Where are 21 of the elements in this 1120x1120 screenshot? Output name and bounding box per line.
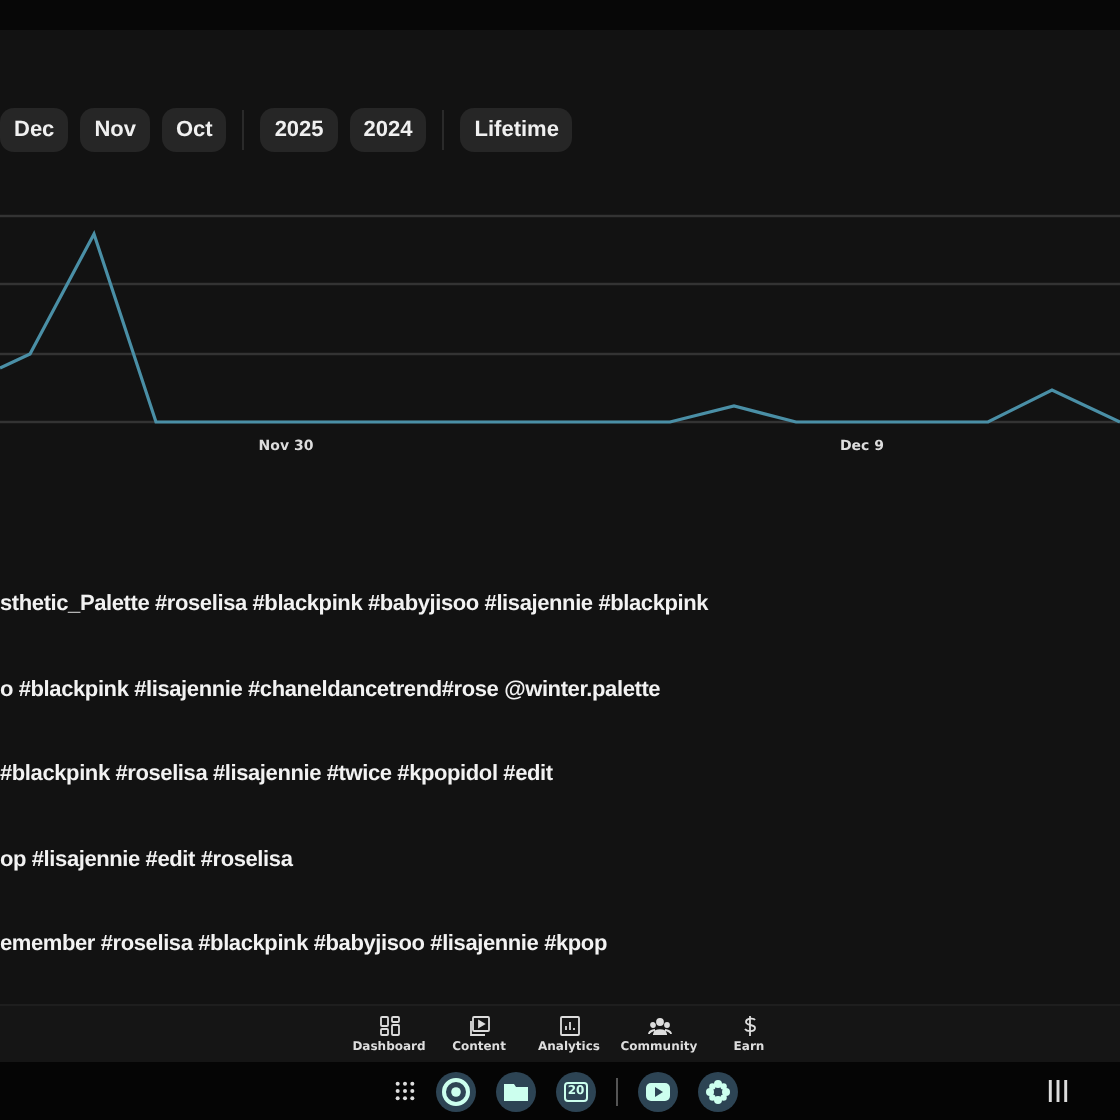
people-icon xyxy=(647,1014,671,1038)
folder-icon[interactable] xyxy=(496,1071,536,1111)
post-caption: o #blackpink #lisajennie #chaneldancetrend#rose @winter.palette xyxy=(0,677,663,705)
bar-chart-icon xyxy=(557,1014,581,1038)
period-button[interactable]: Nov xyxy=(80,108,150,152)
app-grid-icon[interactable] xyxy=(394,1080,416,1102)
post-caption: emember #roselisa #blackpink #babyjisoo #lisajennie #kpop xyxy=(0,932,609,960)
video-icon[interactable] xyxy=(638,1071,678,1111)
post-caption: op #lisajennie #edit #roselisa xyxy=(0,847,295,875)
period-button[interactable]: 2024 xyxy=(349,108,427,152)
play-icon xyxy=(467,1014,491,1038)
dashboard-icon xyxy=(377,1014,401,1038)
period-button[interactable]: Dec xyxy=(0,108,69,152)
post-caption: #blackpink #roselisa #lisajennie #twice #kpopidol #edit xyxy=(0,762,555,790)
flower-icon[interactable] xyxy=(698,1071,738,1111)
browser-icon[interactable] xyxy=(436,1071,476,1111)
period-button[interactable]: 2025 xyxy=(260,108,338,152)
post-caption: sthetic_Palette #roselisa #blackpink #babyjisoo #lisajennie #blackpink xyxy=(0,592,711,620)
period-button[interactable]: Oct xyxy=(161,108,227,152)
recents-icon[interactable] xyxy=(1048,1080,1068,1102)
period-button[interactable]: Lifetime xyxy=(460,108,573,152)
